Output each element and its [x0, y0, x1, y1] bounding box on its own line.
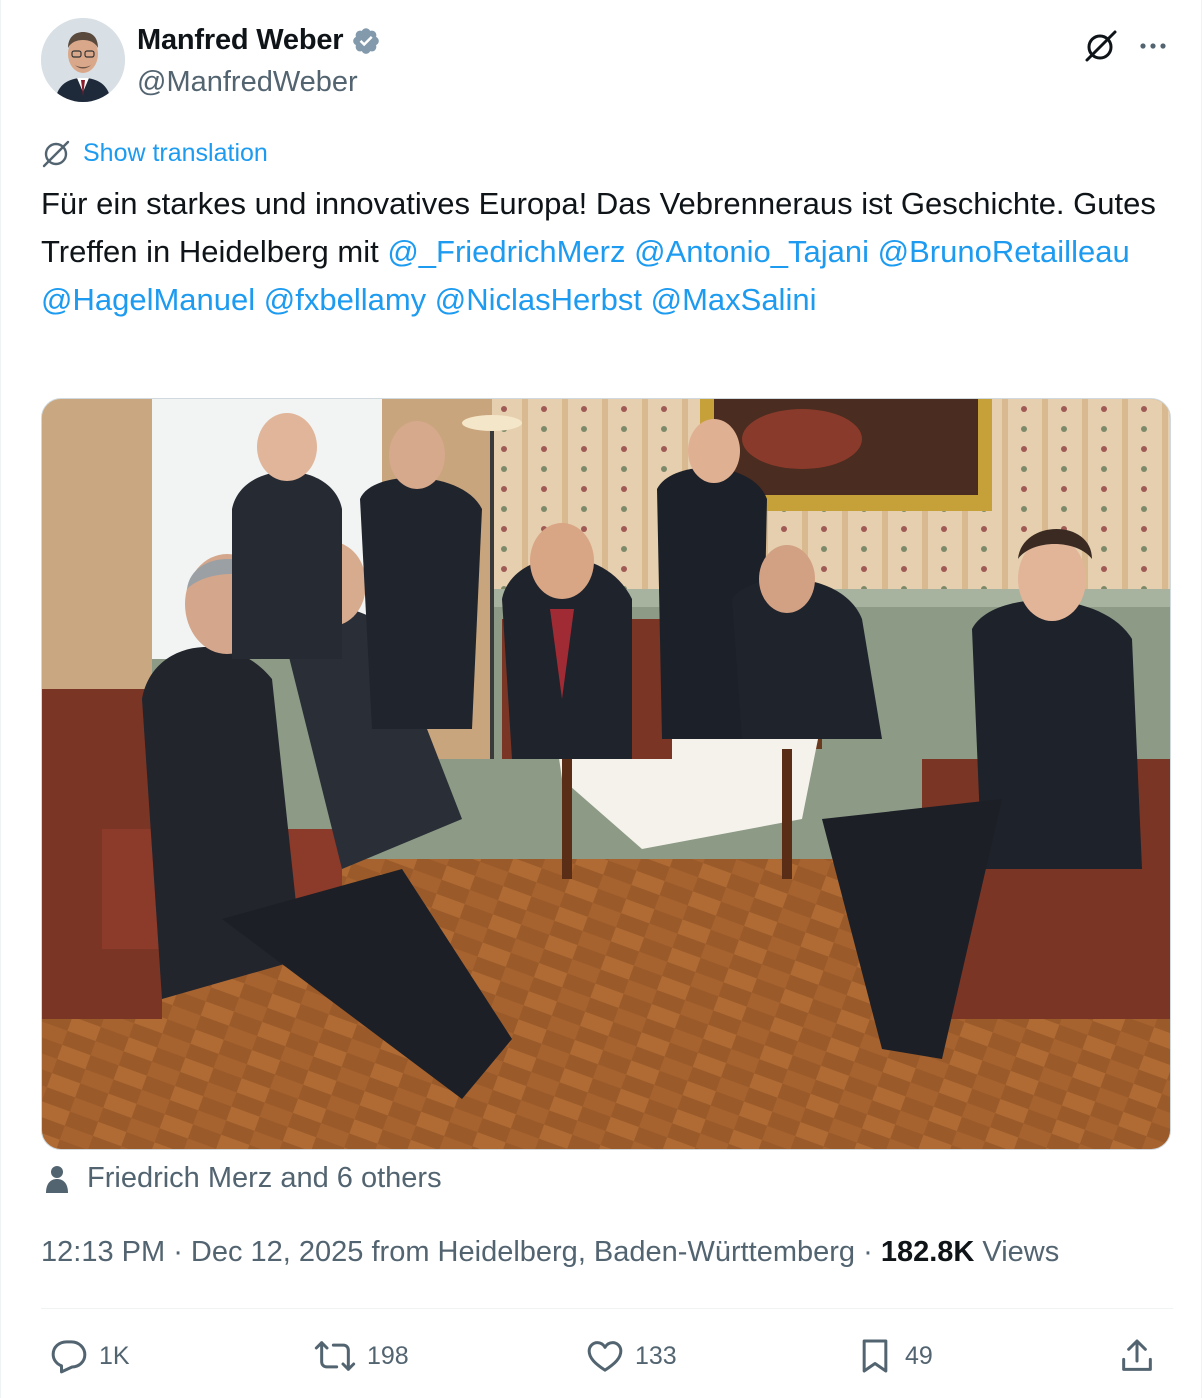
share-button[interactable]: [1117, 1336, 1157, 1376]
avatar[interactable]: [41, 18, 125, 102]
show-translation-label[interactable]: Show translation: [83, 139, 268, 168]
tweet-time[interactable]: 12:13 PM: [41, 1236, 165, 1268]
repost-count: 198: [367, 1341, 409, 1370]
tagged-people[interactable]: Friedrich Merz and 6 others: [41, 1162, 442, 1195]
bookmark-count: 49: [905, 1341, 933, 1370]
tweet-text: Für ein starkes und innovatives Europa! …: [41, 180, 1161, 324]
grok-button[interactable]: [1079, 24, 1123, 68]
bookmark-icon: [862, 1339, 888, 1373]
share-icon: [1122, 1339, 1152, 1371]
tweet-location: from Heidelberg, Baden-Württemberg: [371, 1236, 856, 1268]
mention-link[interactable]: @_FriedrichMerz: [387, 234, 625, 269]
bookmark-button[interactable]: 49: [855, 1336, 933, 1376]
reply-count: 1K: [99, 1341, 130, 1370]
tweet-container: Manfred Weber @ManfredWeber Show transla…: [0, 0, 1202, 1398]
repost-icon: [314, 1341, 356, 1371]
translate-icon: [42, 140, 70, 168]
mention-link[interactable]: @HagelManuel: [41, 282, 255, 317]
repost-button[interactable]: 198: [313, 1336, 409, 1376]
author-handle[interactable]: @ManfredWeber: [137, 66, 358, 99]
meta-separator: ·: [863, 1236, 881, 1268]
tweet-photo[interactable]: [41, 398, 1171, 1150]
divider: [41, 1308, 1173, 1309]
show-translation-button[interactable]: Show translation: [41, 138, 268, 168]
more-button[interactable]: [1131, 24, 1175, 68]
views-count: 182.8K: [880, 1236, 975, 1268]
avatar-image: [41, 18, 125, 102]
like-icon: [587, 1341, 623, 1372]
tweet-meta: 12:13 PM · Dec 12, 2025 from Heidelberg,…: [41, 1236, 1059, 1269]
reply-button[interactable]: 1K: [49, 1336, 130, 1376]
mention-link[interactable]: @Antonio_Tajani: [634, 234, 869, 269]
more-icon: [1140, 43, 1166, 49]
mention-link[interactable]: @BrunoRetailleau: [878, 234, 1130, 269]
views-label: Views: [982, 1236, 1060, 1268]
like-count: 133: [635, 1341, 677, 1370]
verified-badge-icon: [353, 27, 380, 54]
meta-separator: ·: [173, 1236, 191, 1268]
tweet-date[interactable]: Dec 12, 2025: [191, 1236, 364, 1268]
like-button[interactable]: 133: [585, 1336, 677, 1376]
grok-icon: [1085, 30, 1117, 62]
meeting-photo: [42, 399, 1170, 1149]
mention-link[interactable]: @NiclasHerbst: [435, 282, 642, 317]
tagged-label[interactable]: Friedrich Merz and 6 others: [87, 1162, 442, 1195]
reply-icon: [51, 1340, 87, 1374]
author-name[interactable]: Manfred Weber: [137, 24, 344, 57]
person-icon: [46, 1165, 68, 1193]
author-name-row[interactable]: Manfred Weber: [137, 24, 381, 57]
mention-link[interactable]: @MaxSalini: [651, 282, 817, 317]
mention-link[interactable]: @fxbellamy: [264, 282, 426, 317]
